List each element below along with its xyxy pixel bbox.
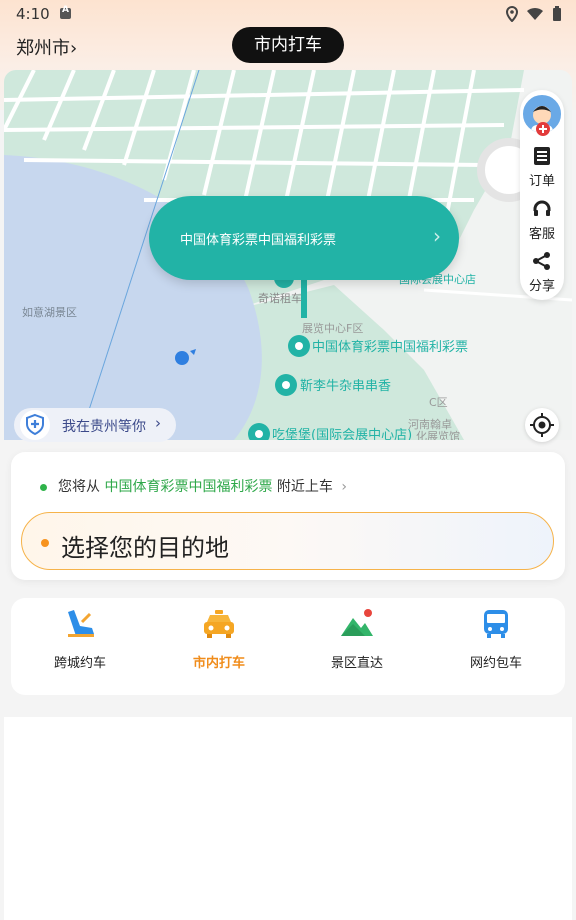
notification-a-icon <box>60 5 71 19</box>
pickup-suffix: 附近上车 <box>276 479 333 495</box>
map-label-area-c: C区 <box>429 396 448 409</box>
location-chip-label: 我在贵州等你 <box>62 419 146 435</box>
status-time: 4:10 <box>16 5 50 23</box>
map-label-exhibit-f: 展览中心F区 <box>302 321 363 335</box>
chevron-right-icon: › <box>341 479 347 495</box>
shield-icon <box>20 410 50 440</box>
map-label-ruyi-lake: 如意湖景区 <box>22 305 77 319</box>
status-bar: 4:10 <box>0 0 576 28</box>
wifi-icon <box>527 7 543 20</box>
order-icon <box>534 147 550 165</box>
bus-icon <box>484 610 508 638</box>
map-label-hanzhuo: 河南翰卓 <box>408 417 452 431</box>
chevron-right-icon: › <box>70 38 78 59</box>
map-poi-kfc: 吃堡堡(国际会展中心店) <box>272 427 412 440</box>
service-city-taxi[interactable]: 市内打车 <box>169 608 269 671</box>
side-service-label: 客服 <box>528 227 555 242</box>
service-label: 网约包车 <box>469 656 522 671</box>
city-name: 郑州市 <box>16 38 70 59</box>
map-label-cultural: 化展览馆 <box>416 429 460 440</box>
status-icons <box>506 6 562 22</box>
destination-placeholder: 选择您的目的地 <box>61 534 229 562</box>
side-share-label: 分享 <box>528 279 555 294</box>
pickup-prefix: 您将从 <box>58 479 100 495</box>
bubble-label: 中国体育彩票中国福利彩票 <box>180 233 337 248</box>
pickup-row[interactable]: 您将从 中国体育彩票中国福利彩票 附近上车 › <box>40 476 347 496</box>
battery-icon <box>553 6 561 21</box>
add-badge-icon <box>536 122 550 136</box>
city-selector[interactable]: 郑州市› <box>16 34 77 60</box>
destination-input[interactable]: 选择您的目的地 <box>21 512 554 570</box>
location-chip[interactable]: 我在贵州等你 › <box>14 408 176 442</box>
pickup-poi: 中国体育彩票中国福利彩票 <box>104 479 273 495</box>
side-order-label: 订单 <box>528 174 555 189</box>
mountain-icon <box>341 609 373 636</box>
taxi-icon <box>204 610 234 638</box>
service-scenic[interactable]: 景区直达 <box>307 608 407 671</box>
crosshair-icon <box>530 413 554 437</box>
map-poi-lottery: 中国体育彩票中国福利彩票 <box>312 339 468 355</box>
headset-icon <box>533 200 551 216</box>
seat-icon <box>68 610 94 637</box>
service-charter[interactable]: 网约包车 <box>446 608 546 671</box>
pickup-dot-icon <box>40 483 47 491</box>
side-service-button[interactable]: 客服 <box>520 199 564 242</box>
destination-dot-icon <box>41 539 49 547</box>
chevron-right-icon: › <box>433 224 441 248</box>
location-status-icon <box>506 6 518 22</box>
page-title: 市内打车 <box>232 27 344 63</box>
chevron-right-icon: › <box>155 414 161 432</box>
side-order-button[interactable]: 订单 <box>520 146 564 189</box>
service-label: 跨城约车 <box>53 656 106 671</box>
bottom-content-area <box>4 717 572 920</box>
pickup-poi-bubble[interactable]: 中国体育彩票中国福利彩票 › <box>149 196 459 280</box>
map-label-qinuo: 奇诺租车 <box>258 291 302 305</box>
map-poi-jinli: 靳李牛杂串串香 <box>300 379 391 394</box>
service-intercity[interactable]: 跨城约车 <box>30 608 130 671</box>
service-label: 景区直达 <box>330 656 383 671</box>
service-label: 市内打车 <box>192 656 245 671</box>
share-icon <box>533 252 550 270</box>
locate-button[interactable] <box>525 408 559 442</box>
side-share-button[interactable]: 分享 <box>520 251 564 294</box>
